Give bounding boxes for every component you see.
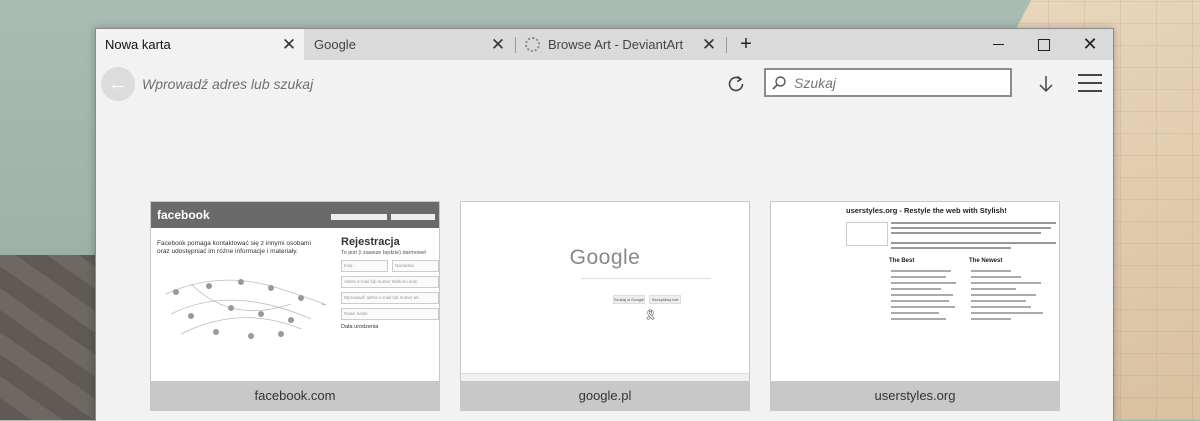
userstyles-best-heading: The Best	[889, 258, 915, 264]
list-line	[971, 270, 1011, 272]
download-arrow-icon	[1039, 76, 1053, 93]
address-bar[interactable]: Wprowadź adres lub szukaj	[142, 76, 313, 92]
menu-line	[1078, 90, 1102, 92]
text-line	[891, 247, 1011, 249]
fb-contact-field-2: Wprowadź adres e-mail lub numer tel	[341, 292, 439, 304]
text-line	[891, 227, 1051, 229]
userstyles-sidebar	[846, 222, 888, 246]
google-logo: Google	[569, 246, 641, 269]
tab-google[interactable]: Google ✕	[305, 29, 513, 60]
tab-label: Nowa karta	[105, 37, 171, 52]
desktop-background-left	[0, 255, 100, 420]
fb-first-name: Imię	[341, 260, 388, 272]
userstyles-newest-heading: The Newest	[969, 258, 1003, 264]
google-lucky-btn: Szczęśliwy traf	[649, 295, 681, 304]
text-line	[891, 232, 1041, 234]
tile-label: google.pl	[578, 388, 632, 403]
menu-line	[1078, 74, 1102, 76]
fb-logo: facebook	[157, 208, 210, 222]
fb-register-title: Rejestracja	[341, 236, 400, 248]
list-line	[971, 300, 1026, 302]
list-line	[971, 312, 1043, 314]
tab-deviantart[interactable]: Browse Art - DeviantArt ✕	[516, 29, 724, 60]
list-line	[891, 306, 955, 308]
close-icon: ✕	[1082, 34, 1098, 54]
fb-contact-field: Adres e-mail lub numer telefonu kom	[341, 276, 439, 288]
minimize-icon	[992, 44, 1004, 45]
userstyles-title: userstyles.org - Restyle the web with St…	[846, 206, 1007, 215]
list-line	[891, 276, 946, 278]
loading-spinner-icon	[525, 37, 540, 52]
fb-header: facebook	[151, 202, 439, 228]
reload-button[interactable]	[724, 72, 748, 96]
list-line	[971, 294, 1036, 296]
close-window-button[interactable]: ✕	[1067, 29, 1113, 60]
list-line	[971, 276, 1021, 278]
google-search-field	[581, 278, 711, 288]
list-line	[891, 270, 951, 272]
back-button[interactable]: ←	[101, 67, 135, 101]
fb-tagline: Facebook pomaga kontaktować się z innymi…	[157, 240, 311, 255]
top-site-tile-userstyles[interactable]: userstyles.org - Restyle the web with St…	[770, 201, 1060, 411]
downloads-button[interactable]	[1034, 72, 1058, 96]
fb-register-form: Rejestracja To jest (i zawsze będzie) da…	[341, 236, 439, 330]
top-site-tile-google[interactable]: Google Szukaj w Google Szczęśliwy traf 🎗…	[460, 201, 750, 411]
menu-line	[1078, 82, 1102, 84]
list-line	[891, 312, 939, 314]
tab-bar: Nowa karta ✕ Google ✕ Browse Art - Devia…	[96, 29, 1113, 60]
new-tab-button[interactable]: +	[731, 29, 761, 60]
text-line	[891, 222, 1056, 224]
maximize-button[interactable]	[1021, 29, 1067, 60]
fb-world-network-graphic	[165, 279, 326, 339]
browser-window: Nowa karta ✕ Google ✕ Browse Art - Devia…	[95, 28, 1114, 421]
list-line	[891, 282, 956, 284]
list-line	[971, 288, 1016, 290]
tab-new-tab[interactable]: Nowa karta ✕	[96, 29, 304, 60]
fb-email-input	[331, 214, 387, 220]
search-box[interactable]	[764, 68, 1012, 97]
list-line	[971, 306, 1031, 308]
plus-icon: +	[740, 33, 752, 55]
reload-icon	[728, 75, 744, 92]
list-line	[891, 300, 949, 302]
google-search-btn: Szukaj w Google	[613, 295, 645, 304]
list-line	[971, 318, 1011, 320]
back-arrow-icon: ←	[108, 72, 128, 95]
search-input[interactable]	[792, 73, 996, 92]
list-line	[891, 318, 946, 320]
list-line	[891, 294, 953, 296]
tab-separator	[726, 37, 727, 53]
tile-label: userstyles.org	[874, 388, 956, 403]
tab-label: Browse Art - DeviantArt	[548, 37, 684, 52]
google-footer	[461, 373, 749, 381]
list-line	[891, 288, 941, 290]
close-icon[interactable]: ✕	[483, 35, 513, 55]
mourning-ribbon-icon: 🎗	[644, 310, 657, 321]
close-icon[interactable]: ✕	[274, 35, 304, 55]
list-line	[971, 282, 1041, 284]
minimize-button[interactable]	[975, 29, 1021, 60]
fb-register-sub: To jest (i zawsze będzie) darmowe!	[341, 250, 427, 256]
site-thumbnail: userstyles.org - Restyle the web with St…	[771, 202, 1059, 381]
close-icon[interactable]: ✕	[694, 35, 724, 55]
site-thumbnail: facebook Facebook pomaga kontaktować się…	[151, 202, 439, 381]
tab-label: Google	[314, 37, 356, 52]
fb-last-name: Nazwisko	[392, 260, 439, 272]
new-tab-page: facebook Facebook pomaga kontaktować się…	[96, 108, 1113, 421]
text-line	[891, 242, 1056, 244]
fb-birthday-label: Data urodzenia	[341, 324, 379, 330]
fb-password-input	[391, 214, 435, 220]
navigation-toolbar: ← Wprowadź adres lub szukaj	[96, 60, 1113, 108]
hamburger-menu-button[interactable]	[1078, 74, 1102, 98]
tile-label: facebook.com	[254, 388, 336, 403]
top-site-tile-facebook[interactable]: facebook Facebook pomaga kontaktować się…	[150, 201, 440, 411]
fb-password-field: Nowe hasło	[341, 308, 439, 320]
maximize-icon	[1038, 38, 1050, 51]
site-thumbnail: Google Szukaj w Google Szczęśliwy traf 🎗	[461, 202, 749, 381]
search-icon	[766, 75, 792, 91]
